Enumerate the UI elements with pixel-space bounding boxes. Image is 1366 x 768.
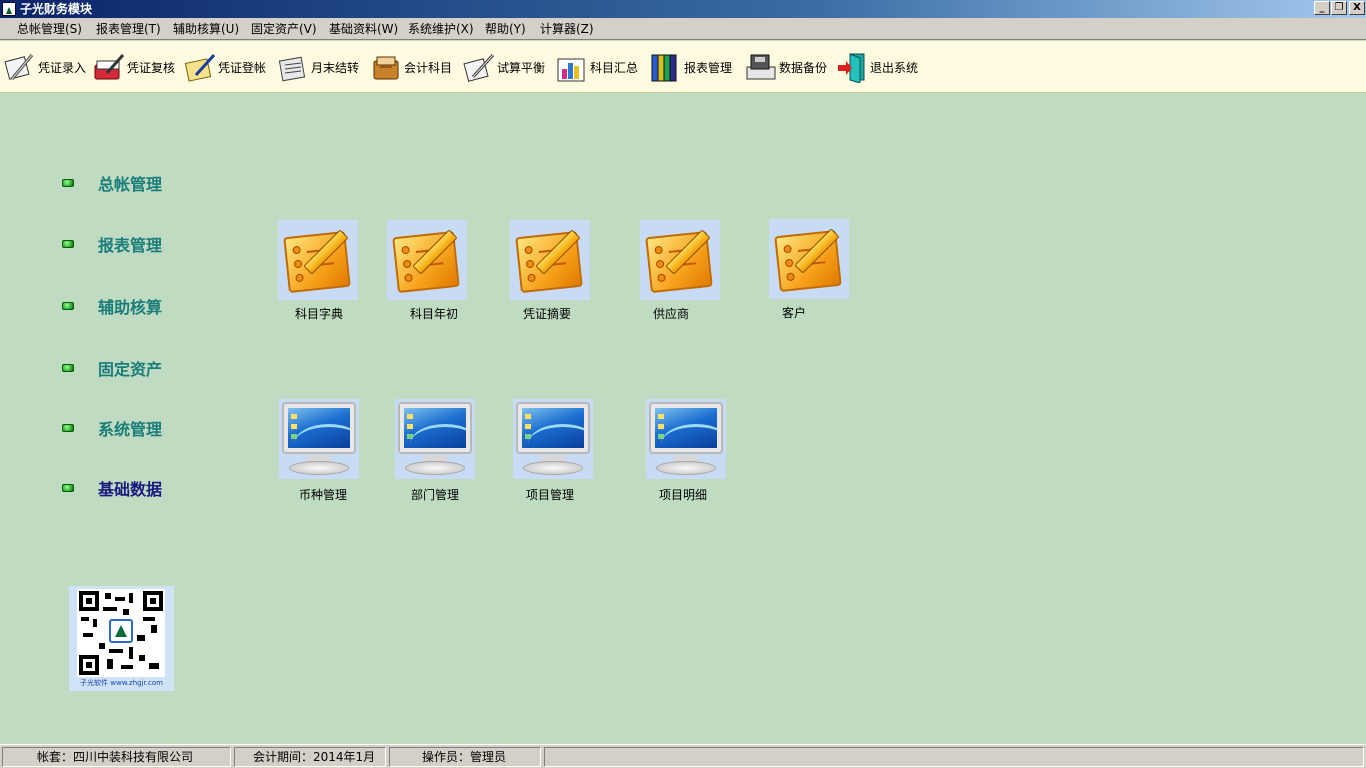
voucher-post-label: 凭证登帐 — [218, 60, 267, 75]
monitor-icon — [646, 399, 726, 479]
account-summary-icon — [556, 51, 588, 83]
nav-reports[interactable]: 报表管理 — [62, 232, 162, 256]
tile-label: 凭证摘要 — [523, 307, 572, 321]
tile-label: 项目管理 — [526, 488, 575, 502]
reports-label: 报表管理 — [684, 60, 733, 75]
qr-caption: 子光软件 www.zhgjr.com — [80, 679, 163, 687]
backup-label: 数据备份 — [779, 60, 828, 75]
tile-label: 供应商 — [653, 307, 690, 321]
nav-general-ledger[interactable]: 总帐管理 — [62, 171, 162, 195]
reports-icon — [650, 51, 682, 83]
nav-auxiliary-label: 辅助核算 — [98, 298, 163, 317]
status-empty — [544, 747, 1364, 767]
status-bar: 帐套：四川中装科技有限公司 会计期间：2014年1月 操作员：管理员 — [0, 744, 1366, 768]
menu-fixed-assets[interactable]: 固定资产(V) — [251, 21, 317, 37]
close-button[interactable]: X — [1349, 1, 1365, 15]
menu-general-ledger[interactable]: 总帐管理(S) — [17, 21, 82, 37]
tile-label: 客户 — [782, 306, 807, 320]
green-led-icon — [62, 179, 74, 187]
nav-reports-label: 报表管理 — [98, 236, 163, 255]
accounts-icon — [370, 51, 402, 83]
account-summary-button[interactable]: 科目汇总 — [556, 50, 638, 84]
voucher-entry-label: 凭证录入 — [38, 60, 87, 75]
nav-fixed-assets-label: 固定资产 — [98, 360, 163, 379]
qr-code-pattern — [77, 589, 165, 677]
green-led-icon — [62, 364, 74, 372]
menu-system[interactable]: 系统维护(X) — [408, 21, 474, 37]
voucher-review-icon — [93, 51, 125, 83]
menu-calculator[interactable]: 计算器(Z) — [540, 21, 594, 37]
accounts-button[interactable]: 会计科目 — [370, 50, 452, 84]
menu-help[interactable]: 帮助(Y) — [485, 21, 526, 37]
menu-auxiliary[interactable]: 辅助核算(U) — [173, 21, 239, 37]
menu-reports[interactable]: 报表管理(T) — [96, 21, 161, 37]
notepad-icon — [640, 220, 720, 300]
trial-balance-button[interactable]: 试算平衡 — [463, 50, 545, 84]
tile-label: 科目年初 — [410, 307, 459, 321]
accounts-label: 会计科目 — [404, 60, 453, 75]
voucher-post-button[interactable]: 凭证登帐 — [184, 50, 266, 84]
tile-label: 部门管理 — [411, 488, 460, 502]
status-period: 会计期间：2014年1月 — [234, 747, 386, 767]
voucher-review-button[interactable]: 凭证复核 — [93, 50, 175, 84]
window-title: 子光财务模块 — [20, 2, 93, 16]
notepad-icon — [387, 220, 467, 300]
status-operator: 操作员：管理员 — [389, 747, 541, 767]
month-end-icon — [277, 51, 309, 83]
toolbar: 凭证录入 凭证复核 凭证登帐 月末结转 会计科目 试算平衡 科目汇总 报表管理 … — [0, 41, 1366, 93]
menu-bar: 总帐管理(S) 报表管理(T) 辅助核算(U) 固定资产(V) 基础资料(W) … — [0, 18, 1366, 40]
voucher-post-icon — [184, 51, 216, 83]
trial-balance-label: 试算平衡 — [497, 60, 546, 75]
notepad-icon — [278, 220, 358, 300]
trial-balance-icon — [463, 51, 495, 83]
backup-button[interactable]: 数据备份 — [745, 50, 827, 84]
exit-label: 退出系统 — [870, 60, 919, 75]
tile-label: 币种管理 — [299, 488, 348, 502]
exit-button[interactable]: 退出系统 — [836, 50, 918, 84]
tile-label: 项目明细 — [659, 488, 708, 502]
monitor-icon — [395, 399, 475, 479]
restore-button[interactable]: ❐ — [1331, 1, 1347, 15]
voucher-entry-icon — [4, 51, 36, 83]
nav-basic-data[interactable]: 基础数据 — [62, 476, 162, 500]
minimize-button[interactable]: _ — [1314, 1, 1330, 15]
month-end-button[interactable]: 月末结转 — [277, 50, 359, 84]
nav-auxiliary[interactable]: 辅助核算 — [62, 294, 162, 318]
nav-fixed-assets[interactable]: 固定资产 — [62, 356, 162, 380]
green-led-icon — [62, 484, 74, 492]
monitor-icon — [513, 399, 593, 479]
menu-basic-data[interactable]: 基础资料(W) — [329, 21, 398, 37]
qr-code: 子光软件 www.zhgjr.com — [69, 586, 174, 691]
reports-button[interactable]: 报表管理 — [650, 50, 732, 84]
month-end-label: 月末结转 — [311, 60, 360, 75]
account-summary-label: 科目汇总 — [590, 60, 639, 75]
voucher-entry-button[interactable]: 凭证录入 — [4, 50, 86, 84]
monitor-icon — [279, 399, 359, 479]
notepad-icon — [769, 219, 849, 299]
green-led-icon — [62, 302, 74, 310]
title-bar: 子光财务模块 _ ❐ X — [0, 0, 1366, 18]
green-led-icon — [62, 424, 74, 432]
nav-general-ledger-label: 总帐管理 — [98, 175, 163, 194]
green-led-icon — [62, 240, 74, 248]
app-logo-icon — [2, 2, 16, 16]
backup-icon — [745, 51, 777, 83]
voucher-review-label: 凭证复核 — [127, 60, 176, 75]
nav-basic-data-label: 基础数据 — [98, 480, 163, 499]
status-account: 帐套：四川中装科技有限公司 — [2, 747, 231, 767]
notepad-icon — [510, 220, 590, 300]
tile-label: 科目字典 — [295, 307, 344, 321]
exit-icon — [836, 51, 868, 84]
nav-system[interactable]: 系统管理 — [62, 416, 162, 440]
nav-system-label: 系统管理 — [98, 420, 163, 439]
